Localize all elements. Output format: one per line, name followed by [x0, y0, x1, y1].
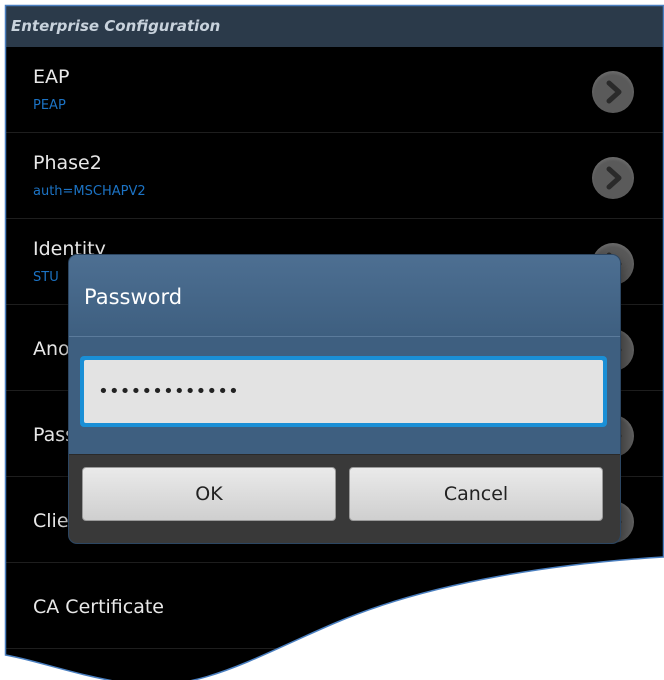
- setting-value: auth=MSCHAPV2: [33, 184, 146, 199]
- section-header: Enterprise Configuration: [5, 5, 664, 47]
- setting-row-ca-certificate[interactable]: CA Certificate: [5, 563, 664, 649]
- setting-value: PEAP: [33, 98, 66, 113]
- chevron-right-icon[interactable]: [592, 71, 634, 113]
- password-input[interactable]: [84, 360, 603, 423]
- setting-title: Phase2: [33, 152, 102, 174]
- ok-button[interactable]: OK: [82, 467, 336, 521]
- setting-row-phase2[interactable]: Phase2 auth=MSCHAPV2: [5, 133, 664, 219]
- setting-row-eap[interactable]: EAP PEAP: [5, 47, 664, 133]
- setting-title: EAP: [33, 66, 70, 88]
- settings-screen: Enterprise Configuration EAP PEAP Phase2…: [5, 5, 664, 680]
- dialog-title-bar: Password: [69, 255, 620, 337]
- chevron-right-icon[interactable]: [592, 157, 634, 199]
- setting-title: CA Certificate: [33, 596, 164, 618]
- password-field-frame: [80, 356, 607, 427]
- password-dialog: Password OK Cancel: [69, 255, 620, 543]
- dialog-title: Password: [84, 285, 183, 309]
- dialog-button-bar: OK Cancel: [69, 454, 620, 543]
- cancel-button[interactable]: Cancel: [349, 467, 603, 521]
- setting-value: STU: [33, 270, 59, 285]
